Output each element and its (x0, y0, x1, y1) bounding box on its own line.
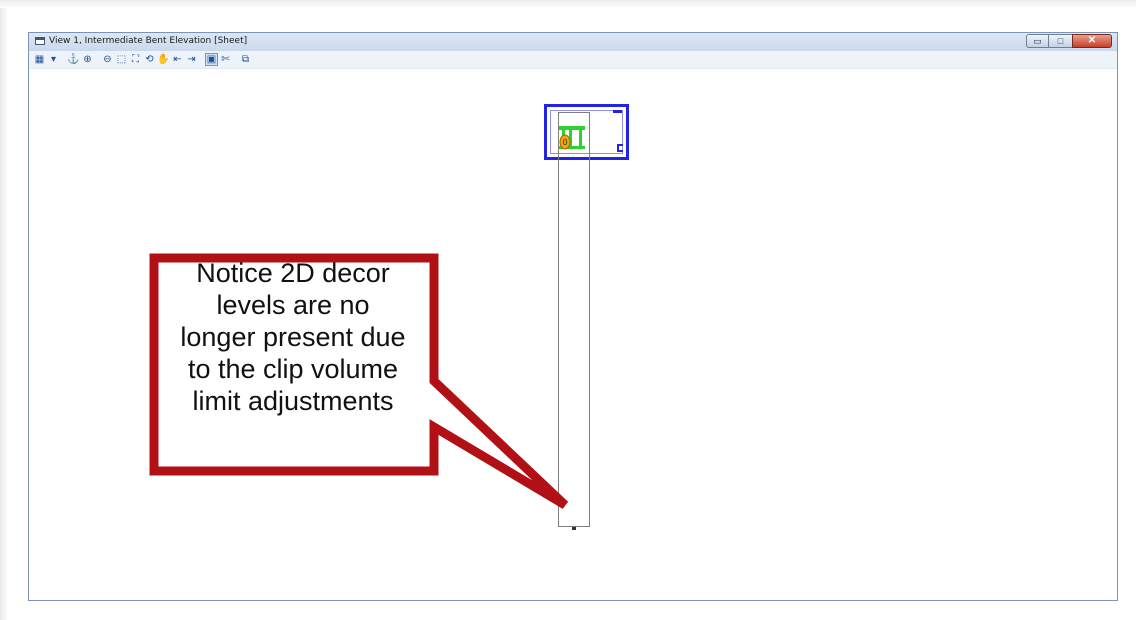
callout-line: to the clip volume (187, 354, 399, 384)
callout-line: longer present due (180, 322, 406, 352)
callout-line: levels are no (216, 290, 370, 320)
callout-line: Notice 2D decor (196, 258, 390, 288)
callout-line: limit adjustments (192, 386, 394, 416)
callout-note: Notice 2D decor levels are no longer pre… (158, 257, 428, 417)
